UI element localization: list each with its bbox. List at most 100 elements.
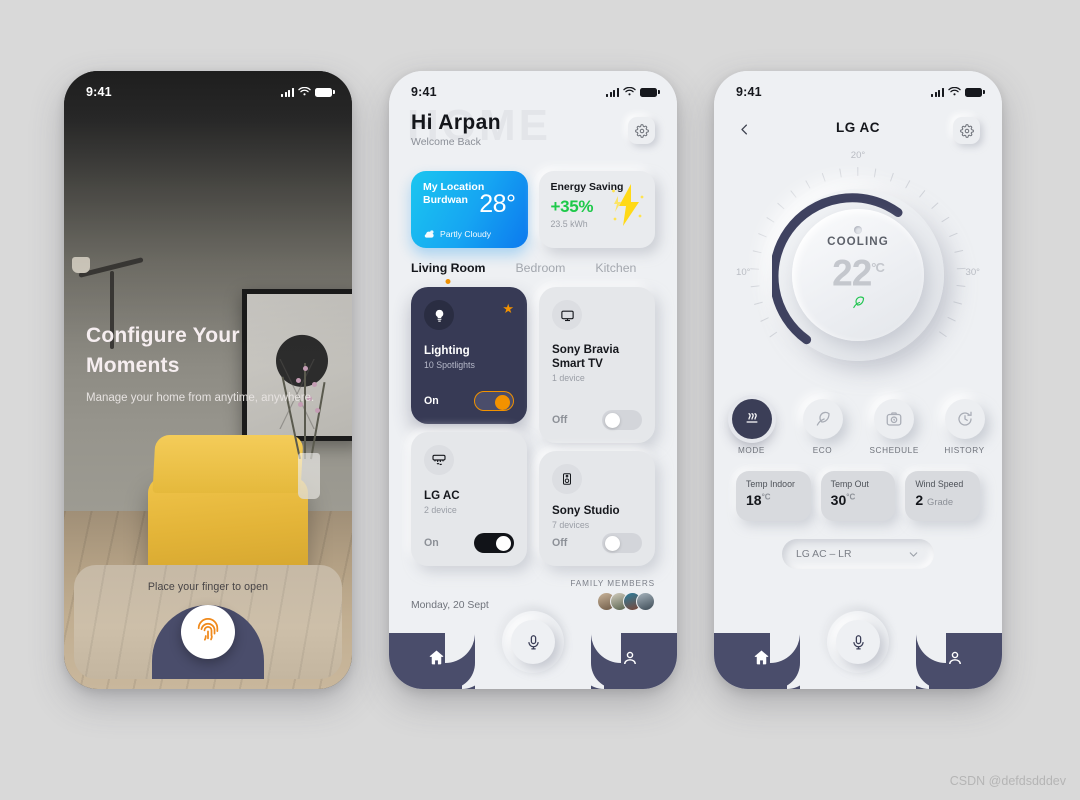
mode-button-label: HISTORY — [944, 446, 985, 455]
dial-tick — [949, 232, 958, 238]
dial-tick — [753, 301, 763, 306]
family-avatars — [570, 592, 655, 611]
current-date: Monday, 20 Sept — [411, 600, 489, 611]
battery-icon — [315, 87, 335, 97]
dial-tick — [956, 284, 966, 288]
dial-temperature-value: 22 — [832, 252, 872, 294]
dial-inner-face[interactable]: COOLING 22°C — [792, 209, 924, 341]
avatar[interactable] — [636, 592, 655, 611]
voice-assistant-button[interactable] — [511, 620, 555, 664]
device-selector-dropdown[interactable]: LG AC – LR — [782, 539, 934, 569]
device-card-sony-bravia-smart-tv[interactable]: Sony Bravia Smart TV 1 device Off — [539, 287, 655, 443]
phone-home: 9:41 HOME Hi Arpan Welcome Back My Locat… — [389, 71, 677, 689]
dial-tick — [953, 301, 963, 306]
device-meta: 1 device — [552, 373, 585, 383]
nav-profile-button[interactable] — [946, 649, 964, 672]
energy-card[interactable]: Energy Saving +35% 23.5 kWh — [538, 171, 655, 248]
status-time: 9:41 — [736, 85, 762, 99]
family-members[interactable]: FAMILY MEMBERS — [570, 579, 655, 611]
status-time: 9:41 — [411, 85, 437, 99]
lightning-bolt-icon — [611, 182, 645, 233]
device-meta: 2 device — [424, 505, 457, 515]
device-state: Off — [552, 414, 568, 426]
device-icon-wrap — [424, 445, 454, 475]
device-toggle[interactable] — [602, 410, 642, 430]
csdn-watermark: CSDN @defdsdddev — [949, 774, 1066, 788]
mode-button-circle — [731, 399, 772, 439]
device-card-lighting[interactable]: ★ Lighting 10 Spotlights On — [411, 287, 527, 424]
weather-card[interactable]: My Location Burdwan 28° Partly Cloudy — [411, 171, 528, 248]
settings-button[interactable] — [953, 117, 980, 144]
stat-cards: Temp Indoor 18°C Temp Out 30°C Wind Spee… — [714, 471, 1002, 521]
person-icon — [624, 651, 636, 665]
device-meta: 10 Spotlights — [424, 360, 475, 370]
stat-card-wind-speed[interactable]: Wind Speed 2 Grade — [905, 471, 981, 521]
lightbulb-icon — [435, 309, 443, 322]
dial-tick — [752, 249, 762, 254]
stat-unit: °C — [846, 492, 856, 502]
speaker-icon — [563, 473, 571, 485]
gear-icon — [634, 123, 649, 138]
mode-button-label: SCHEDULE — [869, 446, 919, 455]
bottom-navigation — [389, 611, 677, 689]
device-grid: ★ Lighting 10 Spotlights On Sony Bravia … — [389, 275, 677, 575]
room-tab-bedroom[interactable]: Bedroom — [515, 261, 565, 275]
device-toggle[interactable] — [474, 533, 514, 553]
stat-card-temp-indoor[interactable]: Temp Indoor 18°C — [736, 471, 811, 521]
clock-refresh-icon — [957, 411, 972, 426]
nav-home-button[interactable] — [752, 648, 771, 672]
voice-assistant-button[interactable] — [836, 620, 880, 664]
stat-number: 30 — [830, 492, 847, 508]
device-card-lg-ac[interactable]: LG AC 2 device On — [411, 432, 527, 566]
settings-button[interactable] — [628, 117, 655, 144]
room-tab-living-room[interactable]: Living Room — [411, 261, 485, 284]
dial-tick — [805, 180, 811, 189]
dial-temperature: 22°C — [832, 248, 885, 294]
dial-tick — [750, 284, 760, 288]
home-icon — [429, 650, 444, 665]
device-toggle[interactable] — [474, 391, 514, 411]
unlock-hint: Place your finger to open — [147, 581, 269, 593]
nav-profile-button[interactable] — [621, 649, 639, 672]
mode-button-label: ECO — [812, 446, 833, 455]
microphone-icon — [527, 634, 539, 650]
weather-temperature: 28° — [479, 190, 516, 218]
home-header: HOME Hi Arpan Welcome Back — [389, 101, 677, 163]
dial-tick — [750, 267, 760, 270]
dial-tick-label-min: 10° — [736, 267, 751, 278]
mic-button-wrap — [502, 611, 564, 673]
signal-bars-icon — [931, 87, 944, 97]
mode-button-eco[interactable]: ECO — [799, 399, 847, 455]
status-bar: 9:41 — [714, 71, 1002, 105]
room-tab-kitchen[interactable]: Kitchen — [595, 261, 636, 275]
bottom-navigation — [714, 611, 1002, 689]
nav-home-button[interactable] — [427, 648, 446, 672]
mode-button-history[interactable]: HISTORY — [941, 399, 989, 455]
mode-button-circle — [944, 399, 985, 439]
page-subtitle: Manage your home from anytime, anywhere. — [86, 392, 315, 404]
device-toggle[interactable] — [602, 533, 642, 553]
phone-device-detail: 9:41 LG AC 10° 20° 30° COOLING 22°C MODE… — [714, 71, 1002, 689]
device-state: On — [424, 537, 439, 549]
wifi-icon — [298, 87, 311, 96]
eco-indicator — [851, 295, 866, 315]
partly-cloudy-icon — [424, 230, 434, 238]
temperature-dial[interactable]: 10° 20° 30° COOLING 22°C — [736, 150, 980, 383]
mode-button-mode[interactable]: MODE — [728, 399, 776, 455]
status-icons — [281, 87, 335, 97]
signal-bars-icon — [281, 87, 294, 97]
person-icon — [949, 651, 961, 665]
mode-button-label: MODE — [738, 446, 765, 455]
device-footer: On — [424, 391, 514, 411]
welcome-text: Welcome Back — [411, 136, 481, 148]
device-state: On — [424, 395, 439, 407]
device-footer: Off — [552, 410, 642, 430]
leaf-icon — [852, 296, 864, 308]
room-tabs: Living Room Bedroom Kitchen — [389, 248, 677, 284]
greeting-text: Hi Arpan — [411, 111, 501, 134]
device-card-sony-studio[interactable]: Sony Studio 7 devices Off — [539, 451, 655, 566]
fingerprint-button[interactable] — [181, 605, 235, 659]
stat-card-temp-out[interactable]: Temp Out 30°C — [820, 471, 896, 521]
back-button[interactable] — [734, 119, 754, 139]
mode-button-schedule[interactable]: SCHEDULE — [870, 399, 918, 455]
